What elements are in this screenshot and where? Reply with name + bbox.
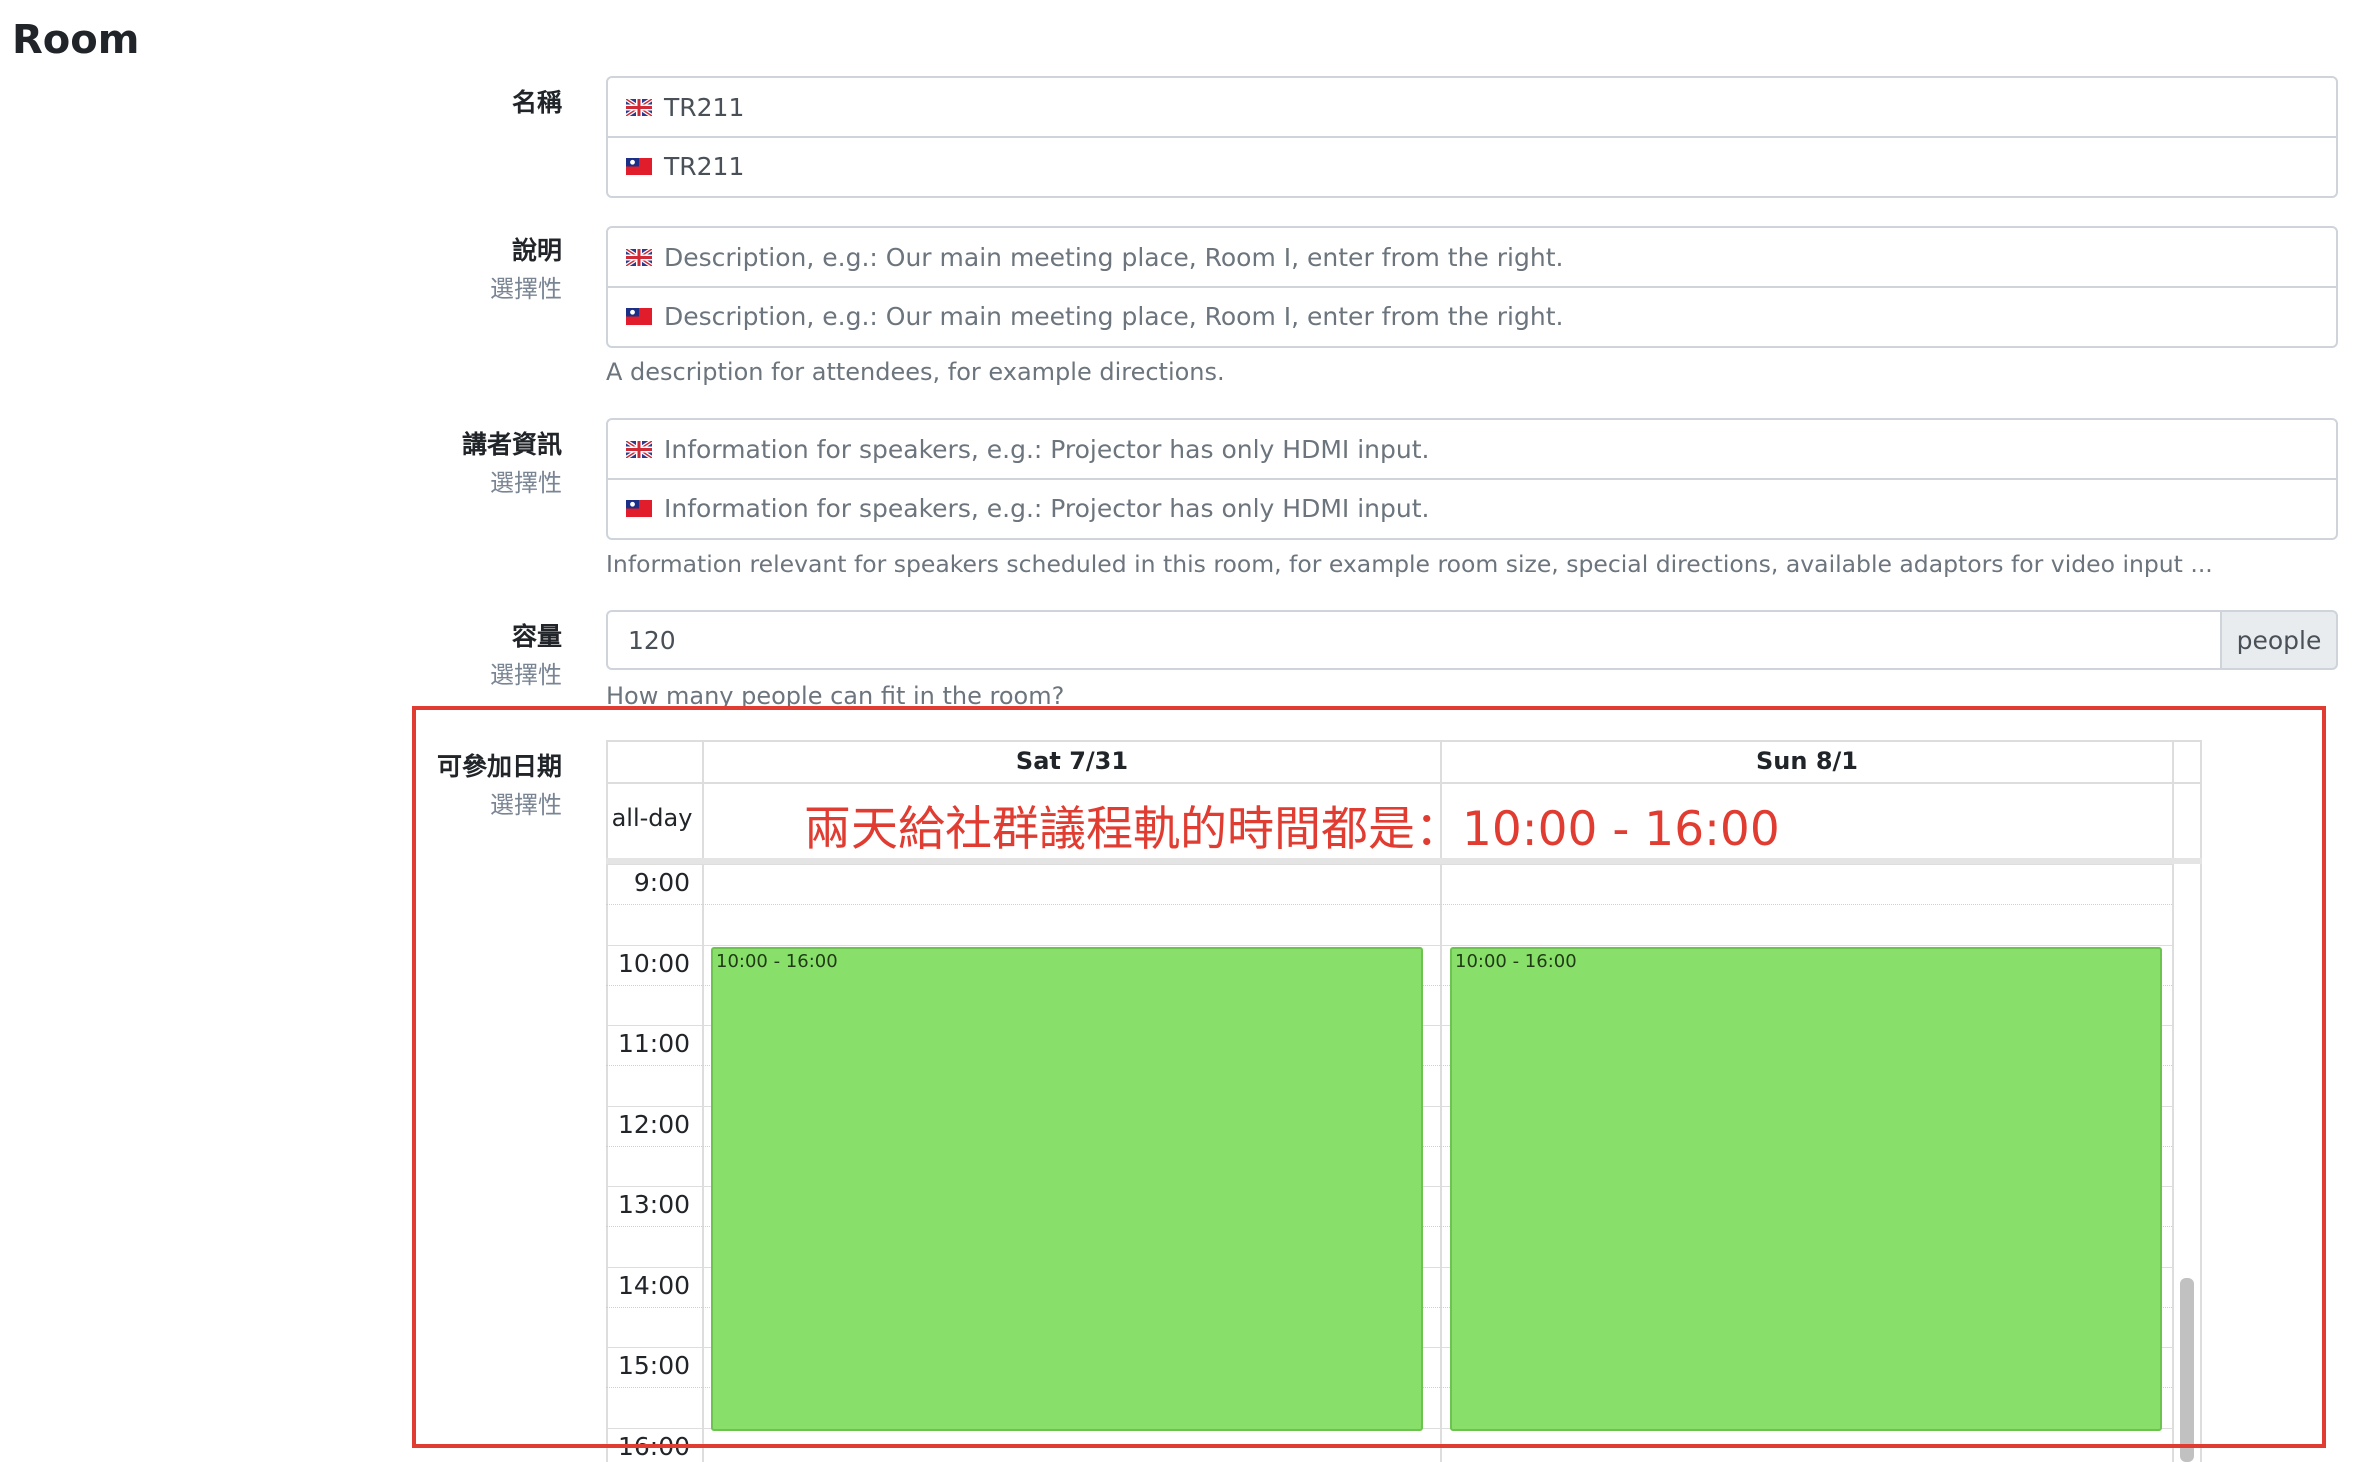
name-value-zh: TR211	[664, 151, 745, 181]
description-placeholder-zh: Description, e.g.: Our main meeting plac…	[664, 301, 1564, 331]
name-label: 名稱	[511, 88, 562, 117]
uk-flag-icon	[626, 248, 652, 266]
uk-flag-icon	[626, 98, 652, 116]
speaker-info-field-group: Information for speakers, e.g.: Projecto…	[606, 418, 2338, 540]
page-title: Room	[12, 17, 140, 63]
capacity-optional: 選擇性	[490, 661, 562, 689]
speaker-info-input-en[interactable]: Information for speakers, e.g.: Projecto…	[608, 420, 2336, 478]
name-input-zh[interactable]: TR211	[608, 136, 2336, 194]
taiwan-flag-icon	[626, 307, 652, 325]
capacity-value: 120	[628, 625, 676, 655]
name-field-group: TR211 TR211	[606, 76, 2338, 198]
speaker-info-input-zh[interactable]: Information for speakers, e.g.: Projecto…	[608, 478, 2336, 536]
description-optional: 選擇性	[490, 275, 562, 303]
name-input-en[interactable]: TR211	[608, 78, 2336, 136]
description-input-zh[interactable]: Description, e.g.: Our main meeting plac…	[608, 286, 2336, 344]
uk-flag-icon	[626, 440, 652, 458]
speaker-info-placeholder-zh: Information for speakers, e.g.: Projecto…	[664, 493, 1430, 523]
description-label: 說明	[511, 236, 562, 265]
speaker-info-optional: 選擇性	[490, 469, 562, 497]
speaker-info-label: 講者資訊	[461, 430, 562, 459]
description-field-group: Description, e.g.: Our main meeting plac…	[606, 226, 2338, 348]
name-value-en: TR211	[664, 92, 745, 122]
capacity-label: 容量	[511, 622, 562, 651]
taiwan-flag-icon	[626, 499, 652, 517]
description-help: A description for attendees, for example…	[606, 358, 1225, 386]
speaker-info-help: Information relevant for speakers schedu…	[606, 550, 2213, 578]
capacity-input[interactable]: 120	[606, 610, 2222, 670]
description-placeholder-en: Description, e.g.: Our main meeting plac…	[664, 242, 1564, 272]
taiwan-flag-icon	[626, 157, 652, 175]
annotation-text: 兩天給社群議程軌的時間都是：10:00 - 16:00	[804, 802, 1780, 857]
capacity-unit-addon: people	[2220, 610, 2338, 670]
speaker-info-placeholder-en: Information for speakers, e.g.: Projecto…	[664, 434, 1430, 464]
description-input-en[interactable]: Description, e.g.: Our main meeting plac…	[608, 228, 2336, 286]
